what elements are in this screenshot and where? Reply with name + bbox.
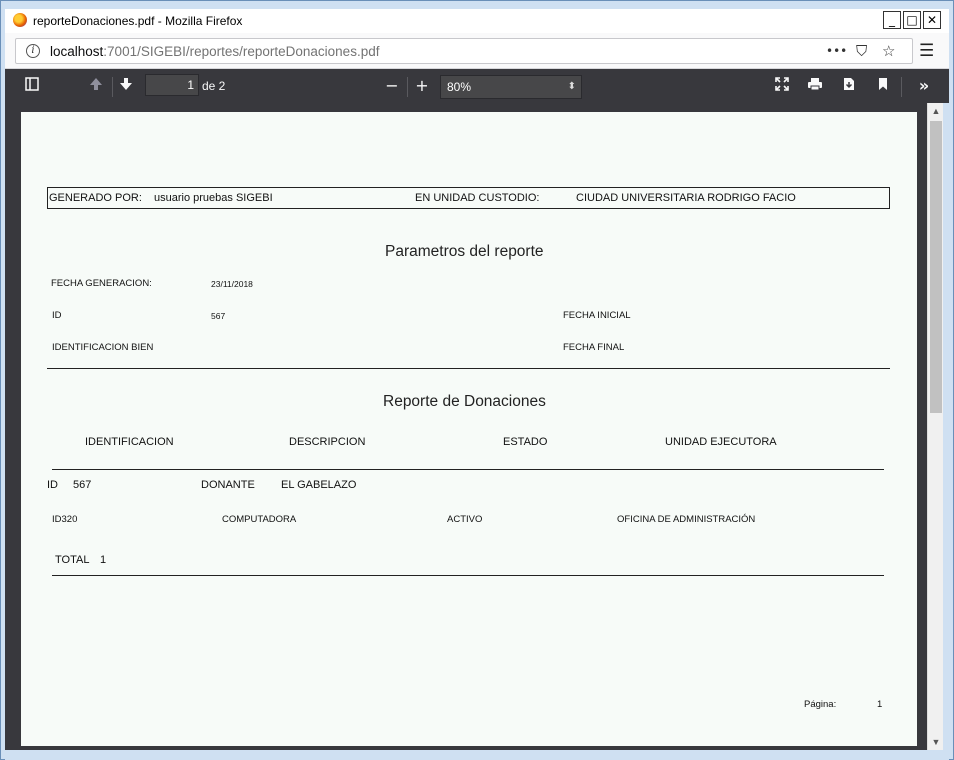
url-text[interactable]: localhost:7001/SIGEBI/reportes/reporteDo… [50,44,379,59]
site-info-icon[interactable]: i [26,44,40,58]
header-divider [52,469,884,470]
pdf-toolbar: 1 de 2 − + 80% ⬍ » [5,69,949,103]
row-unidad: OFICINA DE ADMINISTRACIÓN [617,514,756,525]
zoom-out-icon[interactable]: − [381,75,403,97]
browser-window: reporteDonaciones.pdf - Mozilla Firefox … [0,0,954,760]
sidebar-toggle-icon[interactable] [21,75,43,97]
vertical-scrollbar[interactable]: ▲ ▼ [927,103,943,750]
page-count: de 2 [202,79,226,93]
tools-chevron-icon[interactable]: » [913,75,935,97]
chevron-updown-icon: ⬍ [567,81,576,92]
column-header-estado: ESTADO [503,436,548,448]
fecha-generacion-value: 23/11/2018 [211,279,253,289]
download-icon[interactable] [838,75,860,97]
toolbar-separator [112,77,113,97]
firefox-logo-icon [13,13,27,27]
presentation-mode-icon[interactable] [771,75,793,97]
column-header-unidad: UNIDAD EJECUTORA [665,436,777,448]
row-estado: ACTIVO [447,514,483,525]
bookmark-star-icon[interactable]: ☆ [882,42,895,60]
params-title: Parametros del reporte [385,243,544,260]
menu-icon[interactable]: ☰ [919,41,934,61]
window-title: reporteDonaciones.pdf - Mozilla Firefox [33,14,243,28]
close-button[interactable]: ✕ [923,11,941,29]
pdf-viewer[interactable]: GENERADO POR: usuario pruebas SIGEBI EN … [5,103,927,750]
fecha-final-label: FECHA FINAL [563,342,625,353]
minimize-button[interactable]: _ [883,11,901,29]
group-id-value: 567 [73,479,92,491]
page-value: 1 [877,699,883,710]
report-title: Reporte de Donaciones [383,393,546,410]
url-host: localhost [50,44,104,59]
url-path: :7001/SIGEBI/reportes/reporteDonaciones.… [103,44,380,59]
zoom-value: 80% [447,80,472,94]
zoom-select[interactable]: 80% ⬍ [440,75,582,99]
row-descripcion: COMPUTADORA [222,514,297,525]
pocket-icon[interactable]: ⛉ [856,42,867,60]
donante-value: EL GABELAZO [281,479,357,491]
url-bar[interactable]: i localhost:7001/SIGEBI/reportes/reporte… [15,38,913,64]
pdf-page: GENERADO POR: usuario pruebas SIGEBI EN … [21,112,917,746]
fecha-generacion-label: FECHA GENERACION: [51,278,152,289]
id-label: ID [52,310,62,321]
id-value: 567 [211,311,226,321]
generated-by-value: usuario pruebas SIGEBI [154,192,273,204]
identificacion-bien-label: IDENTIFICACION BIEN [52,342,154,353]
page-number-input[interactable]: 1 [145,74,199,96]
column-header-descripcion: DESCRIPCION [289,436,366,448]
params-divider [47,368,890,369]
navigation-bar: i localhost:7001/SIGEBI/reportes/reporte… [5,33,949,69]
donante-label: DONANTE [201,479,255,491]
custodial-unit-value: CIUDAD UNIVERSITARIA RODRIGO FACIO [576,192,796,204]
row-identificacion: ID320 [52,514,78,525]
maximize-button[interactable]: □ [903,11,921,29]
next-page-icon[interactable] [115,75,137,97]
scroll-down-icon[interactable]: ▼ [929,735,943,749]
scrollbar-thumb[interactable] [930,121,942,413]
toolbar-separator [407,77,408,97]
print-icon[interactable] [804,75,826,97]
fecha-inicial-label: FECHA INICIAL [563,310,631,321]
zoom-in-icon[interactable]: + [411,75,433,97]
page-actions-icon[interactable]: ••• [826,44,847,58]
total-label: TOTAL [55,554,90,566]
generated-by-label: GENERADO POR: [49,192,142,204]
total-value: 1 [100,554,107,566]
window-bottom-border [5,750,949,760]
title-bar: reporteDonaciones.pdf - Mozilla Firefox … [5,9,949,33]
previous-page-icon[interactable] [85,75,107,97]
group-id-label: ID [47,479,58,491]
bookmark-icon[interactable] [872,75,894,97]
toolbar-separator [901,77,902,97]
scroll-up-icon[interactable]: ▲ [929,104,943,118]
column-header-identificacion: IDENTIFICACION [85,436,174,448]
total-divider [52,575,884,576]
page-label: Página: [804,699,837,710]
custodial-unit-label: EN UNIDAD CUSTODIO: [415,192,540,204]
